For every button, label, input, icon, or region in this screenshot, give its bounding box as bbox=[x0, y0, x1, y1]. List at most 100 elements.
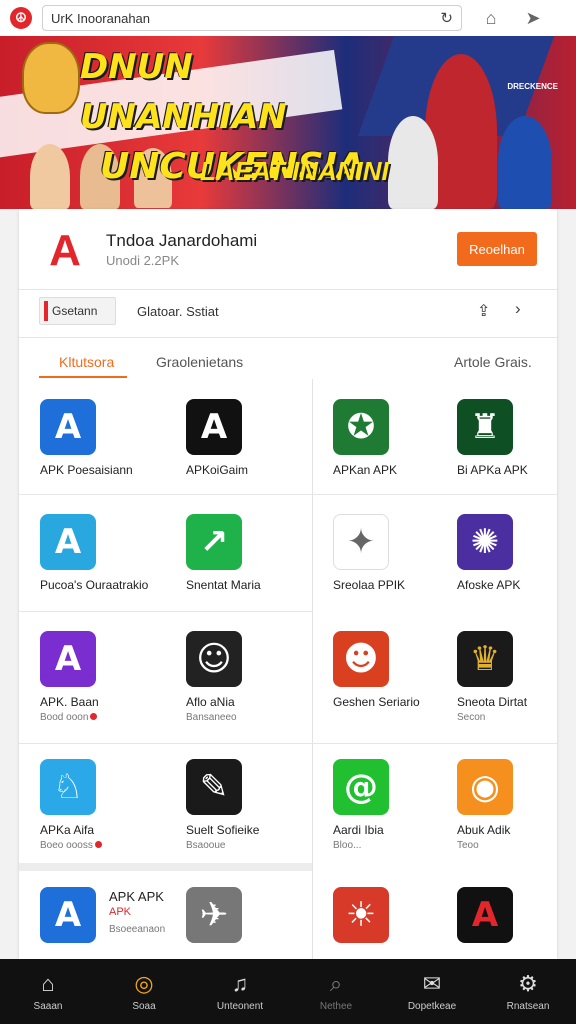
app-icon: ↗ bbox=[186, 514, 242, 570]
featured-title: APK APK bbox=[109, 889, 164, 904]
app-tile-label: Abuk Adik bbox=[457, 823, 511, 837]
app-tile-meta: Secon bbox=[457, 712, 576, 723]
banner-mascot bbox=[22, 42, 80, 114]
app-tile-label: Afoske APK bbox=[457, 578, 521, 592]
app-tile-meta: Boeo oooss bbox=[40, 840, 170, 851]
category-chip[interactable]: Gsetann bbox=[39, 297, 116, 325]
banner-child bbox=[498, 116, 552, 209]
app-logo-icon: A bbox=[49, 226, 81, 275]
app-tile-label: Aflo aNia bbox=[186, 695, 235, 709]
app-icon: ◉ bbox=[457, 759, 513, 815]
app-tile[interactable]: ☀ bbox=[333, 887, 463, 943]
home-icon[interactable]: ⌂ bbox=[478, 5, 504, 31]
app-tile-label: Geshen Seriario bbox=[333, 695, 420, 709]
app-tile[interactable]: ✎ Suelt Sofieike Bsaooue bbox=[186, 759, 316, 851]
app-tile[interactable]: ✺ Afoske APK bbox=[457, 514, 576, 592]
app-icon: A bbox=[40, 887, 96, 943]
app-grid: A APK Poesaisiann A APKoiGaim ✪ APKan AP… bbox=[19, 379, 557, 959]
games-icon: ◎ bbox=[134, 971, 154, 996]
app-tile[interactable]: A APKoiGaim bbox=[186, 399, 316, 477]
nav-item-rnatsean[interactable]: ⚙ Rnatsean bbox=[480, 959, 576, 1024]
app-icon: ✈ bbox=[186, 887, 242, 943]
app-tile[interactable]: ☻ Geshen Seriario bbox=[333, 631, 463, 709]
app-tile-label: Sreolaa PPIK bbox=[333, 578, 406, 592]
app-tile[interactable]: ✪ APKan APK bbox=[333, 399, 463, 477]
app-tile-label: Aardi Ibia bbox=[333, 823, 384, 837]
app-tile[interactable]: A Pucoa's Ouraatrakio bbox=[40, 514, 170, 592]
home-icon: ⌂ bbox=[41, 971, 55, 996]
app-tile-meta: Bsaooue bbox=[186, 840, 316, 851]
app-tile-label: APKa Aifa bbox=[40, 823, 95, 837]
app-icon: A bbox=[186, 399, 242, 455]
app-tile[interactable]: ♛ Sneota Dirtat Secon bbox=[457, 631, 576, 723]
tab-artole-grais[interactable]: Artole Grais. bbox=[454, 354, 532, 370]
chip-label: Gsetann bbox=[52, 304, 98, 318]
filter-label[interactable]: Glatoar. Sstiat bbox=[137, 304, 219, 319]
grid-divider bbox=[19, 494, 557, 495]
app-tile[interactable]: ☺ Aflo aNia Bansaneeo bbox=[186, 631, 316, 723]
app-meta-text: Bansaneeo bbox=[186, 712, 237, 723]
chip-marker bbox=[44, 301, 48, 321]
nav-item-saaan[interactable]: ⌂ Saaan bbox=[0, 959, 96, 1024]
app-meta-text: Bloo... bbox=[333, 840, 362, 851]
app-tile[interactable]: A bbox=[457, 887, 576, 943]
install-button[interactable]: Reoelhan bbox=[457, 232, 537, 266]
grid-divider bbox=[19, 743, 557, 744]
reload-icon[interactable]: ↻ bbox=[440, 9, 453, 27]
featured-subtitle: APK bbox=[109, 906, 132, 918]
app-tile[interactable]: ◉ Abuk Adik Teoo bbox=[457, 759, 576, 851]
app-tile[interactable]: A APK Poesaisiann bbox=[40, 399, 170, 477]
nav-label: Unteonent bbox=[216, 1001, 264, 1012]
banner-person bbox=[30, 144, 70, 209]
nav-label: Rnatsean bbox=[506, 1001, 550, 1012]
nav-item-nethee[interactable]: ⌕ Nethee bbox=[288, 959, 384, 1024]
nav-item-unteonent[interactable]: ♫ Unteonent bbox=[192, 959, 288, 1024]
app-icon: A bbox=[457, 887, 513, 943]
promo-banner[interactable]: DNUN UNANHIAN UNCUKENSIA LAEAT INANINI D… bbox=[0, 36, 576, 209]
app-tile[interactable]: @ Aardi Ibia Bloo... bbox=[333, 759, 463, 851]
section-gap bbox=[19, 863, 312, 871]
share-icon[interactable]: ⇪ bbox=[477, 301, 490, 321]
app-icon: A bbox=[40, 399, 96, 455]
search-icon: ⌕ bbox=[329, 971, 343, 996]
app-tile[interactable]: ♜ Bi APKa APK bbox=[457, 399, 576, 477]
app-tile[interactable]: ✈ bbox=[186, 887, 316, 943]
featured-text: APK APK APK Bsoeeanaon bbox=[109, 889, 165, 935]
banner-title-line1: DNUN UNANHIAN bbox=[80, 47, 287, 137]
app-header: A Tndoa Janardohami Unodi 2.2PK Reoelhan bbox=[19, 209, 557, 289]
tab-graolenietans[interactable]: Graolenietans bbox=[156, 354, 243, 370]
status-dot bbox=[94, 841, 102, 848]
send-icon[interactable]: ➤ bbox=[520, 5, 546, 31]
app-tile-label: APK. Baan bbox=[40, 695, 99, 709]
site-logo-icon[interactable]: ☮ bbox=[10, 7, 32, 29]
app-icon: ✺ bbox=[457, 514, 513, 570]
app-tile[interactable]: ✦ Sreolaa PPIK bbox=[333, 514, 463, 592]
app-tile-label: APKan APK bbox=[333, 463, 398, 477]
app-tile-label: Pucoa's Ouraatrakio bbox=[40, 578, 149, 592]
app-tile[interactable]: ♘ APKa Aifa Boeo oooss bbox=[40, 759, 170, 851]
app-tile-label: Suelt Sofieike bbox=[186, 823, 260, 837]
url-bar[interactable]: UrK Inooranahan ↻ bbox=[42, 5, 462, 31]
chevron-right-icon[interactable]: › bbox=[515, 299, 521, 319]
app-tile-meta: Bood ooon bbox=[40, 712, 170, 723]
app-tile-meta: Bloo... bbox=[333, 840, 463, 851]
app-icon: ☺ bbox=[186, 631, 242, 687]
app-icon: ♛ bbox=[457, 631, 513, 687]
nav-item-dopetkeae[interactable]: ✉ Dopetkeae bbox=[384, 959, 480, 1024]
browser-toolbar: ☮ UrK Inooranahan ↻ ⌂ ➤ bbox=[0, 0, 576, 36]
featured-meta: Bsoeeanaon bbox=[109, 924, 166, 935]
app-tile[interactable]: ↗ Snentat Maria bbox=[186, 514, 316, 592]
app-meta-text: Boeo oooss bbox=[40, 840, 93, 851]
nav-item-soaa[interactable]: ◎ Soaa bbox=[96, 959, 192, 1024]
app-tile-label: Snentat Maria bbox=[186, 578, 261, 592]
app-icon: ♘ bbox=[40, 759, 96, 815]
tab-kltutsora[interactable]: Kltutsora bbox=[59, 354, 114, 370]
app-icon: ☻ bbox=[333, 631, 389, 687]
grid-divider bbox=[19, 611, 312, 612]
app-tile[interactable]: A APK. Baan Bood ooon bbox=[40, 631, 170, 723]
app-version: Unodi 2.2PK bbox=[106, 253, 179, 268]
app-icon: ✦ bbox=[333, 514, 389, 570]
nav-label: Dopetkeae bbox=[407, 1001, 457, 1012]
app-meta-text: Secon bbox=[457, 712, 486, 723]
banner-subtitle: LAEAT INANINI bbox=[200, 156, 389, 186]
